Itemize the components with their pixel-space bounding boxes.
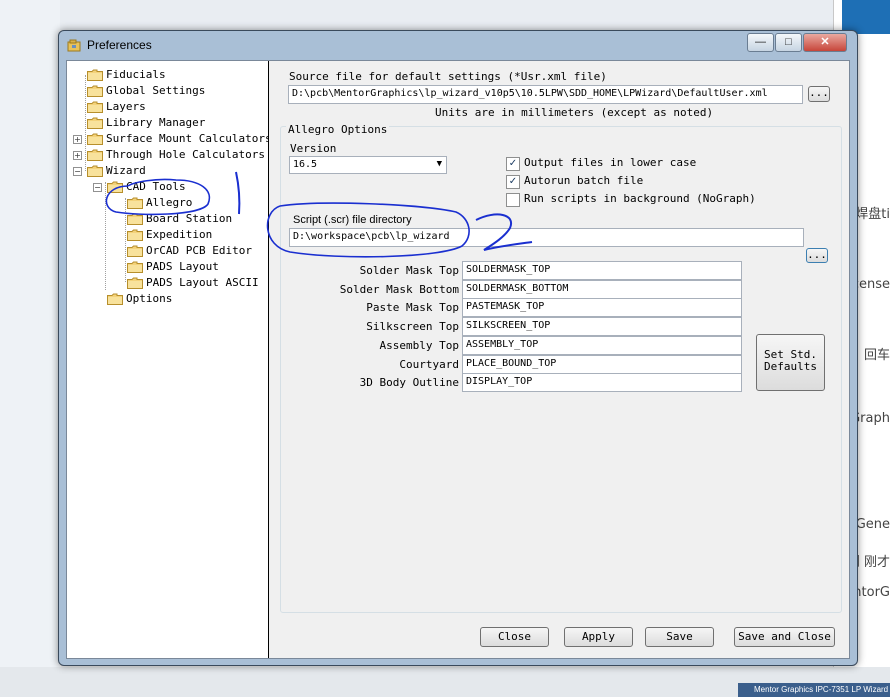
folder-icon bbox=[127, 261, 143, 273]
expand-icon[interactable]: + bbox=[73, 135, 82, 144]
close-button[interactable]: Close bbox=[480, 627, 549, 647]
folder-icon bbox=[127, 245, 143, 257]
layer-label: Solder Mask Top bbox=[359, 264, 459, 277]
background-text: 回车 bbox=[863, 348, 890, 363]
script-dir-input[interactable]: D:\workspace\pcb\lp_wizard bbox=[289, 228, 804, 247]
layer-label: Assembly Top bbox=[379, 338, 459, 352]
background-text: 焊盘ti bbox=[855, 207, 890, 222]
tree-item-label: Global Settings bbox=[106, 84, 206, 97]
version-select[interactable]: 16.5 ▼ bbox=[289, 156, 447, 174]
layer-input[interactable]: PLACE_BOUND_TOP bbox=[462, 354, 742, 374]
expand-icon[interactable]: + bbox=[73, 151, 82, 160]
tree-line bbox=[125, 198, 126, 282]
chevron-down-icon: ▼ bbox=[436, 159, 442, 169]
tree-item-label: Allegro bbox=[146, 196, 193, 209]
layer-input[interactable]: PASTEMASK_TOP bbox=[462, 298, 742, 318]
layer-input[interactable]: ASSEMBLY_TOP bbox=[462, 335, 742, 355]
settings-tree[interactable]: Fiducials Global Settings Layers Library Ma… bbox=[67, 61, 272, 658]
script-browse-button[interactable]: ... bbox=[806, 248, 828, 263]
option-label[interactable]: Output files in lower case bbox=[524, 156, 696, 169]
tree-line bbox=[85, 75, 86, 171]
layer-label: Solder Mask Bottom bbox=[339, 282, 459, 296]
version-label: Version bbox=[290, 142, 337, 155]
tree-item-label: PADS Layout bbox=[146, 260, 219, 273]
tree-item-label: Library Manager bbox=[106, 116, 206, 129]
preferences-icon bbox=[67, 39, 81, 52]
version-value: 16.5 bbox=[293, 159, 318, 170]
folder-icon bbox=[87, 149, 103, 161]
folder-icon bbox=[87, 85, 103, 97]
folder-icon bbox=[127, 213, 143, 225]
taskbar-item-lp-wizard[interactable]: Mentor Graphics IPC-7351 LP Wizard bbox=[738, 683, 890, 697]
tree-item-label: Surface Mount Calculators bbox=[106, 132, 272, 145]
source-file-label: Source file for default settings (*Usr.x… bbox=[289, 70, 607, 83]
tree-item-label: Layers bbox=[106, 100, 146, 113]
source-browse-button[interactable]: ... bbox=[808, 86, 830, 102]
save-button[interactable]: Save bbox=[645, 627, 714, 647]
tree-line bbox=[105, 182, 106, 290]
folder-icon bbox=[87, 101, 103, 113]
script-dir-label: Script (.scr) file directory bbox=[293, 214, 412, 226]
layer-input[interactable]: DISPLAY_TOP bbox=[462, 373, 742, 393]
layer-label: 3D Body Outline bbox=[359, 376, 459, 390]
background-app-header bbox=[842, 0, 890, 34]
allegro-settings-panel: Source file for default settings (*Usr.x… bbox=[269, 61, 849, 658]
folder-icon bbox=[127, 229, 143, 241]
apply-button[interactable]: Apply bbox=[564, 627, 633, 647]
option-checkbox[interactable] bbox=[506, 193, 520, 207]
title-bar[interactable]: Preferences — □ ✕ bbox=[59, 31, 857, 61]
tree-item-label: Options bbox=[126, 292, 173, 305]
layer-label: Silkscreen Top bbox=[366, 320, 459, 334]
tree-item-label: PADS Layout ASCII bbox=[146, 276, 259, 289]
layer-label: Courtyard bbox=[399, 357, 459, 371]
dialog-client: Fiducials Global Settings Layers Library Ma… bbox=[66, 60, 850, 659]
layer-label: Paste Mask Top bbox=[366, 301, 459, 315]
close-window-button[interactable]: ✕ bbox=[803, 33, 847, 52]
tree-item-label: Fiducials bbox=[106, 68, 166, 81]
collapse-icon[interactable]: − bbox=[73, 167, 82, 176]
minimize-button[interactable]: — bbox=[747, 33, 774, 52]
tree-item-label: CAD Tools bbox=[126, 180, 186, 193]
collapse-icon[interactable]: − bbox=[93, 183, 102, 192]
folder-icon bbox=[87, 165, 103, 177]
window-title: Preferences bbox=[87, 38, 152, 52]
source-file-input[interactable]: D:\pcb\MentorGraphics\lp_wizard_v10p5\10… bbox=[288, 85, 803, 104]
layer-input[interactable]: SILKSCREEN_TOP bbox=[462, 317, 742, 337]
option-checkbox[interactable]: ✓ bbox=[506, 157, 520, 171]
folder-icon bbox=[107, 293, 123, 305]
layer-input[interactable]: SOLDERMASK_TOP bbox=[462, 261, 742, 280]
set-std-defaults-button[interactable]: Set Std. Defaults bbox=[756, 334, 825, 391]
maximize-button[interactable]: □ bbox=[775, 33, 802, 52]
tree-item-label: OrCAD PCB Editor bbox=[146, 244, 252, 257]
folder-icon bbox=[87, 69, 103, 81]
option-label[interactable]: Run scripts in background (NoGraph) bbox=[524, 192, 756, 205]
layer-input[interactable]: SOLDERMASK_BOTTOM bbox=[462, 279, 742, 299]
set-std-defaults-line2: Defaults bbox=[764, 360, 817, 373]
folder-icon bbox=[87, 133, 103, 145]
background-app-left bbox=[0, 0, 60, 697]
units-note: Units are in millimeters (except as note… bbox=[435, 106, 714, 119]
tree-item-label: Through Hole Calculators bbox=[106, 148, 265, 161]
background-text: Gene bbox=[855, 517, 890, 532]
option-checkbox[interactable]: ✓ bbox=[506, 175, 520, 189]
folder-icon bbox=[127, 197, 143, 209]
folder-icon bbox=[87, 117, 103, 129]
background-app-top bbox=[60, 0, 840, 30]
save-and-close-button[interactable]: Save and Close bbox=[734, 627, 835, 647]
preferences-window: Preferences — □ ✕ Fiducials Global Settin… bbox=[58, 30, 858, 666]
folder-icon bbox=[107, 181, 123, 193]
tree-item-label: Board Station bbox=[146, 212, 233, 225]
tree-item-label: Expedition bbox=[146, 228, 213, 241]
folder-icon bbox=[127, 277, 143, 289]
allegro-options-title: Allegro Options bbox=[286, 123, 390, 136]
option-label[interactable]: Autorun batch file bbox=[524, 174, 643, 187]
tree-item-label: Wizard bbox=[106, 164, 146, 177]
